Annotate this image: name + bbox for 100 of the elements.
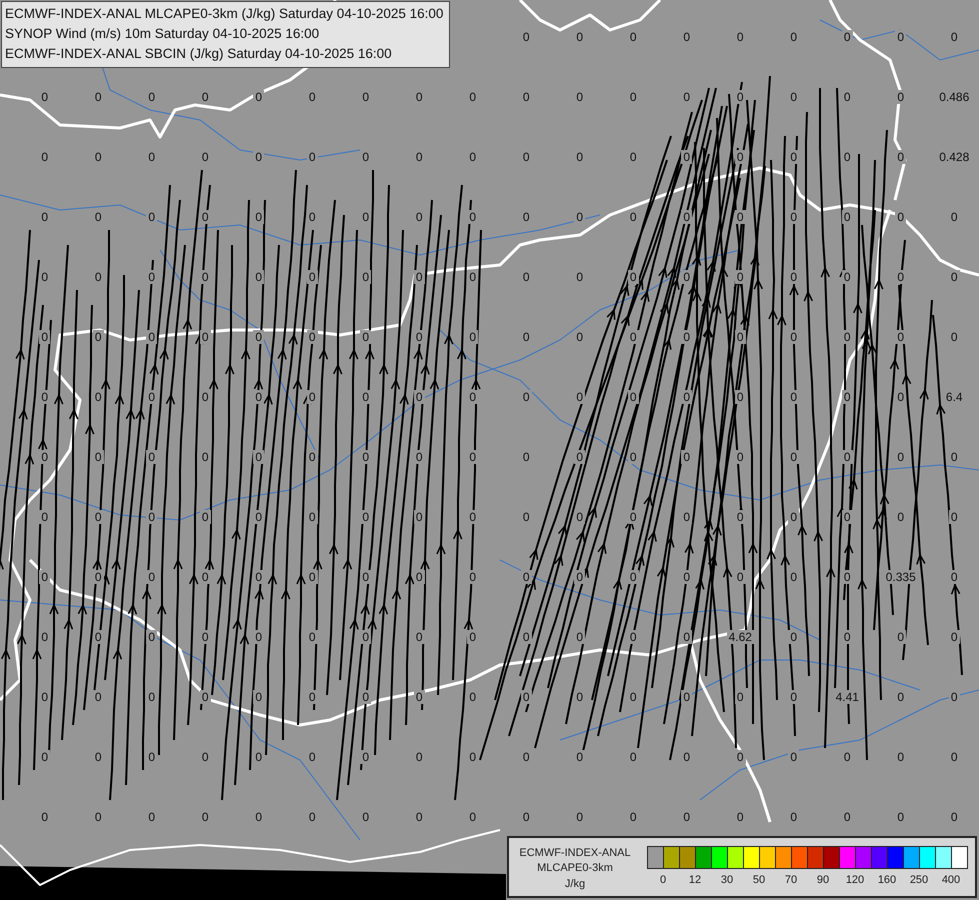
value-label: 0	[788, 510, 800, 524]
value-label: 0	[92, 810, 104, 824]
value-label: 0	[520, 210, 532, 224]
value-label: 0	[574, 570, 586, 584]
value-label: 0	[520, 630, 532, 644]
value-label: 0	[948, 570, 960, 584]
value-label: 0	[734, 510, 746, 524]
value-label: 0	[628, 330, 639, 344]
value-label: 0	[734, 690, 746, 704]
value-label: 0	[200, 690, 211, 704]
value-label: 0	[895, 330, 906, 344]
value-label: 6.4	[944, 390, 965, 404]
value-label: 0	[467, 750, 478, 764]
value-label: 0	[520, 570, 532, 584]
value-label: 0	[628, 810, 639, 824]
value-label: 0	[520, 90, 532, 104]
value-label: 0.428	[937, 150, 972, 164]
value-label: 0	[948, 30, 960, 44]
value-label: 0	[628, 390, 639, 404]
value-label: 0	[414, 150, 425, 164]
value-label: 0	[200, 630, 211, 644]
value-label: 0	[628, 570, 639, 584]
value-label: 0	[92, 90, 104, 104]
value-label: 0	[734, 450, 746, 464]
value-label: 0	[146, 810, 158, 824]
value-label: 0	[414, 630, 425, 644]
value-label: 0	[360, 810, 372, 824]
value-label: 0	[200, 390, 211, 404]
value-label: 0	[253, 390, 264, 404]
value-label: 0	[360, 450, 372, 464]
value-label: 0	[39, 210, 50, 224]
value-label: 0	[734, 330, 746, 344]
value-label: 0	[628, 450, 639, 464]
value-label: 0	[788, 30, 800, 44]
value-label: 0	[200, 570, 211, 584]
value-label: 0	[360, 570, 372, 584]
value-label: 0	[628, 750, 639, 764]
value-label: 0	[895, 810, 906, 824]
value-label: 0	[574, 270, 586, 284]
value-label: 0	[842, 450, 853, 464]
value-label: 0	[306, 690, 318, 704]
value-label: 0	[681, 90, 692, 104]
value-label: 0	[681, 570, 692, 584]
value-label: 0	[628, 150, 639, 164]
value-label: 0	[467, 690, 478, 704]
value-label: 0	[414, 810, 425, 824]
value-label: 0	[574, 510, 586, 524]
value-label: 0	[681, 630, 692, 644]
title-text: ECMWF-INDEX-ANAL SBCIN (J/kg) Saturday 04-10-2025 16:00	[5, 45, 393, 63]
tick-label: 0	[660, 874, 666, 887]
value-label: 0	[92, 570, 104, 584]
value-label: 0	[574, 810, 586, 824]
value-label: 0	[253, 510, 264, 524]
value-label: 0	[306, 270, 318, 284]
value-label: 0	[734, 750, 746, 764]
value-label: 0	[574, 390, 586, 404]
value-label: 0	[39, 690, 50, 704]
value-label: 0	[842, 270, 853, 284]
value-label: 0	[948, 450, 960, 464]
tick-label: 50	[752, 874, 766, 887]
value-label: 0	[788, 210, 800, 224]
value-label: 0	[467, 810, 478, 824]
tick-label: 160	[878, 874, 896, 887]
value-label: 0	[734, 390, 746, 404]
value-label: 0	[842, 330, 853, 344]
value-label: 0	[200, 330, 211, 344]
value-label: 0	[895, 750, 906, 764]
value-label: 0	[414, 90, 425, 104]
value-label: 0	[788, 750, 800, 764]
value-label: 0	[681, 390, 692, 404]
value-label: 0	[306, 630, 318, 644]
value-label: 0	[306, 330, 318, 344]
value-label: 0	[146, 750, 158, 764]
value-label: 0	[146, 450, 158, 464]
tick-label: 250	[910, 874, 928, 887]
value-label: 0	[39, 270, 50, 284]
value-label: 0	[414, 210, 425, 224]
value-label: 0	[895, 450, 906, 464]
value-label: 0.486	[937, 90, 972, 104]
value-label: 0	[628, 30, 639, 44]
tick-label: 400	[942, 874, 960, 887]
value-label: 0	[253, 150, 264, 164]
value-label: 0	[734, 570, 746, 584]
value-label: 0	[39, 90, 50, 104]
value-label: 0	[200, 450, 211, 464]
value-label: 0	[146, 150, 158, 164]
value-label: 0	[574, 30, 586, 44]
value-label: 0	[253, 810, 264, 824]
value-label: 0	[146, 570, 158, 584]
value-label: 0	[200, 90, 211, 104]
tick-label: 70	[784, 874, 798, 887]
value-label: 0	[520, 750, 532, 764]
value-label: 0	[788, 390, 800, 404]
value-label: 0	[948, 330, 960, 344]
value-label: 0	[253, 630, 264, 644]
value-label: 0	[628, 210, 639, 224]
value-label: 0	[414, 510, 425, 524]
value-label: 0	[360, 750, 372, 764]
value-label: 0	[520, 810, 532, 824]
value-label: 0	[520, 270, 532, 284]
